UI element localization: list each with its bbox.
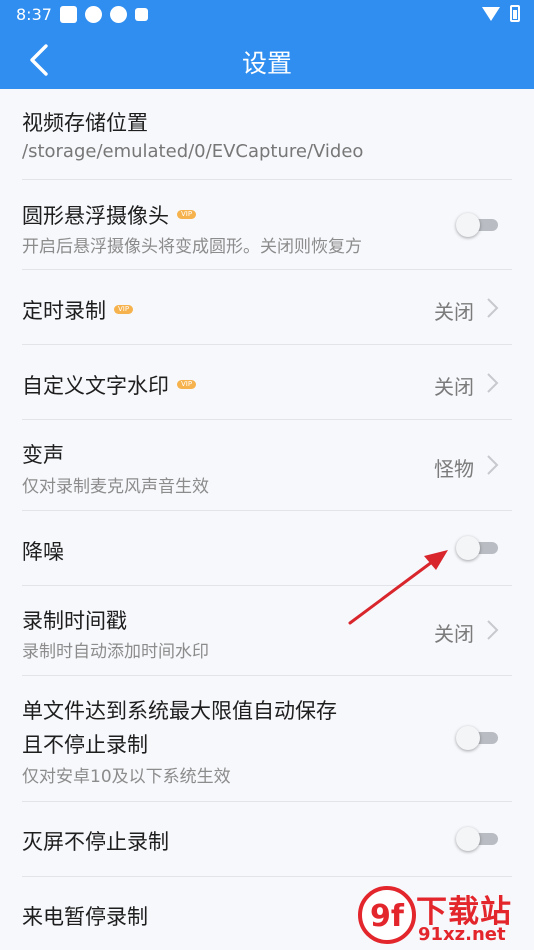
storage-path: /storage/emulated/0/EVCapture/Video [22, 141, 364, 162]
setting-subtitle: 仅对录制麦克风声音生效 [22, 477, 209, 497]
setting-voice-change[interactable]: 变声 仅对录制麦克风声音生效 怪物 [0, 420, 534, 511]
chevron-right-icon [484, 297, 500, 319]
notification-app-icon-2 [110, 6, 127, 23]
setting-title: 视频存储位置 [22, 111, 148, 135]
setting-title-line2: 且不停止录制 [22, 733, 148, 757]
setting-title: 录制时间戳 [22, 609, 127, 633]
setting-round-camera: 圆形悬浮摄像头 VIP 开启后悬浮摄像头将变成圆形。关闭则恢复方 [0, 180, 534, 270]
watermark-logo: 9f [358, 886, 416, 944]
notification-a-icon [135, 8, 148, 21]
screen-off-toggle[interactable] [456, 827, 500, 851]
setting-title: 降噪 [22, 540, 64, 564]
site-watermark: 9f 下载站 91xz.net [352, 880, 534, 950]
setting-value: 关闭 [434, 375, 474, 399]
status-bar: 8:37 [0, 0, 534, 30]
setting-title: 自定义文字水印 VIP [22, 370, 197, 400]
notification-square-icon [60, 6, 77, 23]
page-title: 设置 [241, 49, 292, 78]
toggle-knob [456, 213, 480, 237]
setting-storage-location[interactable]: 视频存储位置 /storage/emulated/0/EVCapture/Vid… [0, 89, 534, 180]
watermark-text-bottom: 91xz.net [418, 924, 506, 945]
round-camera-toggle[interactable] [456, 213, 500, 237]
auto-save-toggle[interactable] [456, 726, 500, 750]
watermark-logo-text: 9f [370, 899, 405, 934]
status-time: 8:37 [16, 5, 52, 24]
setting-title: 定时录制 VIP [22, 295, 134, 325]
toggle-knob [456, 726, 480, 750]
wifi-icon [482, 6, 500, 21]
chevron-right-icon [484, 372, 500, 394]
setting-value: 怪物 [434, 457, 474, 481]
app-bar: 设置 [0, 30, 534, 89]
notification-app-icon [85, 6, 102, 23]
notification-icons [60, 6, 148, 23]
setting-timed-record[interactable]: 定时录制 VIP 关闭 [0, 270, 534, 345]
noise-reduction-toggle[interactable] [456, 536, 500, 560]
setting-subtitle: 录制时自动添加时间水印 [22, 642, 209, 662]
setting-text-watermark[interactable]: 自定义文字水印 VIP 关闭 [0, 345, 534, 420]
setting-title-text: 自定义文字水印 [22, 374, 169, 398]
setting-title: 变声 [22, 443, 64, 467]
battery-icon [510, 5, 520, 22]
vip-badge: VIP [177, 209, 197, 219]
annotation-arrow [348, 550, 448, 625]
setting-title-line1: 单文件达到系统最大限值自动保存 [22, 699, 337, 723]
vip-badge: VIP [177, 379, 197, 389]
setting-title-text: 定时录制 [22, 299, 106, 323]
setting-value: 关闭 [434, 300, 474, 324]
setting-title: 来电暂停录制 [22, 905, 148, 929]
setting-screen-off: 灭屏不停止录制 [0, 802, 534, 877]
setting-subtitle: 开启后悬浮摄像头将变成圆形。关闭则恢复方 [22, 237, 362, 257]
vip-badge: VIP [114, 304, 134, 314]
setting-title: 灭屏不停止录制 [22, 830, 169, 854]
setting-auto-save: 单文件达到系统最大限值自动保存 且不停止录制 仅对安卓10及以下系统生效 [0, 676, 534, 802]
toggle-knob [456, 827, 480, 851]
setting-title: 圆形悬浮摄像头 VIP [22, 200, 197, 230]
chevron-right-icon [484, 454, 500, 476]
setting-subtitle: 仅对安卓10及以下系统生效 [22, 767, 231, 787]
chevron-right-icon [484, 619, 500, 641]
setting-title-text: 圆形悬浮摄像头 [22, 204, 169, 228]
